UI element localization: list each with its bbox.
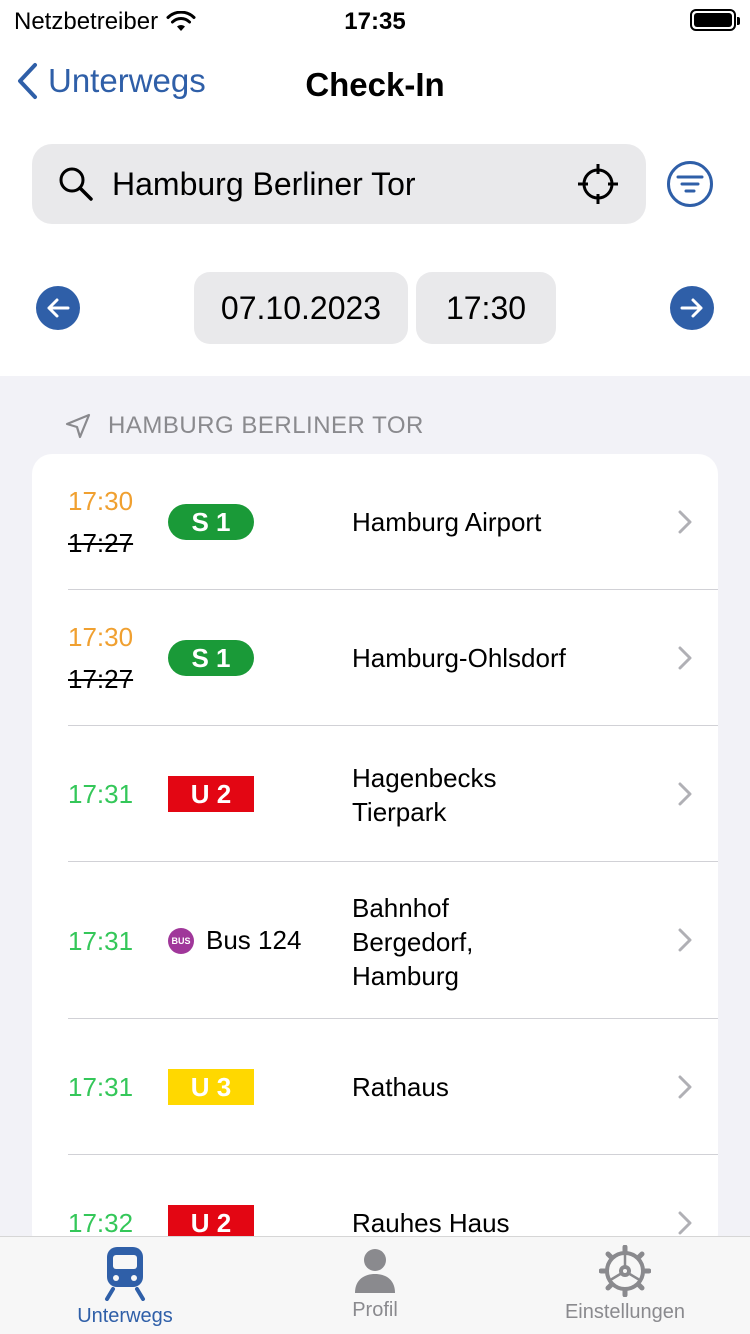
date-picker[interactable]: 07.10.2023: [194, 272, 408, 344]
status-time: 17:35: [344, 8, 406, 35]
tab-unterwegs[interactable]: Unterwegs: [0, 1237, 250, 1334]
departure-row[interactable]: 17:31 U 2 Hagenbecks Tierpark: [32, 726, 718, 862]
location-arrow-icon: [65, 413, 91, 439]
gear-icon: [599, 1245, 651, 1297]
arrow-right-icon: [680, 298, 703, 318]
section-title: HAMBURG BERLINER TOR: [108, 412, 424, 439]
line-badge: U 2: [168, 776, 254, 812]
destination: Rauhes Haus: [352, 1208, 510, 1238]
departures-list: 17:30 17:27 S 1 Hamburg Airport 17:30 17…: [32, 454, 718, 1254]
tab-bar: Unterwegs Profil Einstellungen: [0, 1236, 750, 1334]
search-icon: [59, 167, 93, 201]
scheduled-time: 17:27: [68, 528, 134, 558]
destination: Hagenbecks Tierpark: [352, 763, 497, 827]
next-time-button[interactable]: [670, 286, 714, 330]
station-search-field[interactable]: Hamburg Berliner Tor: [32, 144, 646, 224]
battery-icon: [690, 9, 740, 31]
chevron-right-icon: [678, 1211, 692, 1235]
section-header: HAMBURG BERLINER TOR: [64, 412, 424, 440]
tab-label: Unterwegs: [77, 1305, 173, 1327]
chevron-right-icon: [678, 646, 692, 670]
status-bar: Netzbetreiber 17:35: [0, 0, 750, 40]
departure-time: 17:31: [68, 779, 134, 809]
tab-label: Einstellungen: [564, 1301, 686, 1323]
departure-time: 17:31: [68, 926, 134, 956]
departure-time: 17:32: [68, 1208, 134, 1238]
destination: Rathaus: [352, 1072, 449, 1102]
arrow-left-icon: [47, 298, 70, 318]
person-icon: [355, 1249, 395, 1293]
destination: Hamburg Airport: [352, 507, 542, 537]
line-badge: U 3: [168, 1069, 254, 1105]
destination: Hamburg-Ohlsdorf: [352, 643, 566, 673]
tab-einstellungen[interactable]: Einstellungen: [500, 1237, 750, 1334]
departure-time: 17:31: [68, 1072, 134, 1102]
page-title: Check-In: [305, 66, 445, 103]
line-badge: BUS Bus 124: [168, 925, 301, 956]
departure-row[interactable]: 17:30 17:27 S 1 Hamburg-Ohlsdorf: [32, 590, 718, 726]
bus-icon: BUS: [168, 927, 194, 954]
line-badge: S 1: [168, 640, 254, 676]
line-badge: S 1: [168, 504, 254, 540]
filter-icon[interactable]: [666, 160, 714, 208]
time-picker[interactable]: 17:30: [416, 272, 556, 344]
chevron-right-icon: [678, 1075, 692, 1099]
departure-time: 17:30: [68, 486, 134, 516]
navigation-bar: Unterwegs Check-In: [0, 48, 750, 120]
scheduled-time: 17:27: [68, 664, 134, 694]
location-crosshair-icon[interactable]: [576, 162, 620, 206]
bus-line-label: Bus 124: [206, 925, 302, 955]
chevron-right-icon: [678, 782, 692, 806]
departure-row[interactable]: 17:31 BUS Bus 124 Bahnhof Bergedorf, Ham…: [32, 862, 718, 1019]
destination: Bahnhof Bergedorf, Hamburg: [352, 893, 474, 991]
departure-time: 17:30: [68, 622, 134, 652]
chevron-right-icon: [678, 510, 692, 534]
search-input[interactable]: Hamburg Berliner Tor: [112, 166, 576, 203]
departure-row[interactable]: 17:31 U 3 Rathaus: [32, 1019, 718, 1155]
tab-label: Profil: [352, 1299, 398, 1321]
departure-row[interactable]: 17:30 17:27 S 1 Hamburg Airport: [32, 454, 718, 590]
tab-profil[interactable]: Profil: [250, 1237, 500, 1334]
chevron-right-icon: [678, 928, 692, 952]
previous-time-button[interactable]: [36, 286, 80, 330]
train-icon: [105, 1247, 145, 1301]
